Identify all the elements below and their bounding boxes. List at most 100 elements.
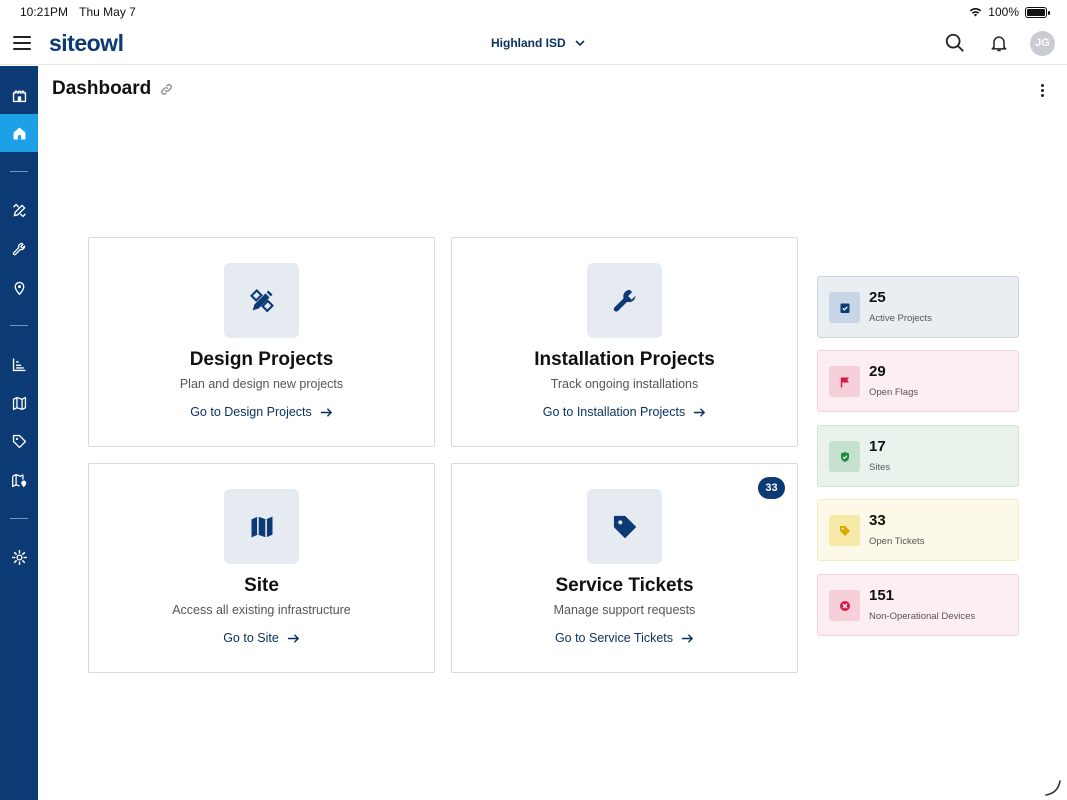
arrow-right-icon	[287, 633, 299, 643]
link-icon[interactable]	[159, 82, 174, 97]
chevron-down-icon	[575, 40, 585, 47]
location-pin-icon	[14, 281, 24, 295]
battery-percent: 100%	[988, 5, 1019, 19]
resize-handle-icon[interactable]	[1044, 778, 1062, 796]
arrow-right-icon	[320, 407, 332, 417]
stat-icon-box	[829, 441, 860, 472]
organization-name: Highland ISD	[491, 36, 566, 50]
site-card[interactable]: Site Access all existing infrastructure …	[88, 463, 435, 673]
site-icon-box	[224, 489, 299, 564]
card-subtitle: Plan and design new projects	[179, 377, 344, 391]
tag-icon	[839, 525, 850, 536]
more-options-icon[interactable]	[1035, 80, 1049, 100]
service-tickets-icon-box	[587, 489, 662, 564]
stat-label: Open Flags	[869, 387, 919, 398]
card-subtitle: Manage support requests	[553, 603, 696, 617]
card-title: Design Projects	[189, 349, 334, 370]
search-icon[interactable]	[942, 30, 968, 56]
map-icon	[12, 396, 26, 410]
installation-projects-icon-box	[587, 263, 662, 338]
organization-selector[interactable]: Highland ISD	[491, 36, 586, 50]
top-header: siteowl Highland ISD JG	[0, 24, 1067, 65]
sidebar-divider	[10, 518, 28, 519]
sidebar	[0, 66, 38, 800]
home-icon	[13, 127, 25, 139]
flag-icon	[840, 377, 849, 387]
menu-icon[interactable]	[13, 36, 31, 50]
card-title: Site	[244, 575, 279, 596]
sidebar-item-site-map[interactable]	[0, 461, 38, 499]
sidebar-item-sites[interactable]	[0, 268, 38, 306]
map-icon	[251, 516, 272, 537]
go-to-design-projects-link[interactable]: Go to Design Projects	[89, 405, 434, 419]
sidebar-item-reports[interactable]	[0, 345, 38, 383]
pencil-ruler-icon	[12, 203, 26, 217]
card-link-label: Go to Installation Projects	[542, 405, 686, 419]
stat-value: 33	[869, 512, 886, 529]
pencil-ruler-icon	[249, 288, 274, 312]
status-date: Thu May 7	[79, 5, 136, 19]
sidebar-item-design-projects[interactable]	[0, 191, 38, 229]
shield-check-icon	[840, 451, 849, 462]
sidebar-divider	[10, 171, 28, 172]
clipboard-check-icon	[840, 303, 849, 313]
stat-value: 17	[869, 438, 886, 455]
x-circle-icon	[839, 600, 850, 611]
stat-label: Sites	[869, 462, 891, 473]
logo[interactable]: siteowl	[49, 30, 124, 57]
stat-open-flags[interactable]: 29 Open Flags	[817, 350, 1019, 412]
card-link-label: Go to Design Projects	[190, 405, 312, 419]
wifi-icon	[970, 8, 982, 17]
stat-open-tickets[interactable]: 33 Open Tickets	[817, 499, 1019, 561]
gear-icon	[11, 549, 27, 565]
sidebar-item-dashboard[interactable]	[0, 114, 38, 152]
tag-icon	[613, 515, 636, 538]
sidebar-item-site-overview[interactable]	[0, 76, 38, 114]
wrench-icon	[613, 289, 635, 312]
page-title-text: Dashboard	[52, 78, 152, 99]
go-to-service-tickets-link[interactable]: Go to Service Tickets	[452, 631, 797, 645]
status-time: 10:21PM	[20, 5, 69, 19]
card-subtitle: Track ongoing installations	[550, 377, 699, 391]
status-bar: 10:21PM Thu May 7 100%	[0, 0, 1067, 24]
sidebar-divider	[10, 325, 28, 326]
service-tickets-badge: 33	[758, 477, 785, 499]
stat-label: Open Tickets	[869, 536, 925, 547]
stat-value: 151	[869, 587, 895, 604]
sidebar-item-map[interactable]	[0, 384, 38, 422]
go-to-installation-projects-link[interactable]: Go to Installation Projects	[452, 405, 797, 419]
stat-active-projects[interactable]: 25 Active Projects	[817, 276, 1019, 338]
card-link-label: Go to Site	[223, 631, 279, 645]
installation-projects-card[interactable]: Installation Projects Track ongoing inst…	[451, 237, 798, 447]
service-tickets-card[interactable]: 33 Service Tickets Manage support reques…	[451, 463, 798, 673]
bell-icon[interactable]	[986, 30, 1012, 56]
page-title: Dashboard	[52, 78, 174, 100]
tag-icon	[12, 434, 26, 448]
stat-icon-box	[829, 366, 860, 397]
design-projects-icon-box	[224, 263, 299, 338]
stat-icon-box	[829, 590, 860, 621]
battery-icon	[1025, 6, 1050, 18]
map-pin-icon	[11, 473, 26, 487]
chart-icon	[12, 358, 25, 371]
stat-sites[interactable]: 17 Sites	[817, 425, 1019, 487]
sidebar-item-settings[interactable]	[0, 538, 38, 576]
go-to-site-link[interactable]: Go to Site	[89, 631, 434, 645]
sidebar-item-tickets[interactable]	[0, 422, 38, 460]
stat-label: Non-Operational Devices	[869, 611, 976, 622]
stat-icon-box	[829, 515, 860, 546]
stat-label: Active Projects	[869, 313, 932, 324]
arrow-right-icon	[681, 633, 694, 643]
card-title: Service Tickets	[555, 575, 694, 596]
wrench-icon	[12, 242, 25, 255]
card-title: Installation Projects	[534, 349, 715, 370]
stat-icon-box	[829, 292, 860, 323]
castle-icon	[12, 90, 26, 102]
arrow-right-icon	[694, 407, 706, 417]
stat-non-operational-devices[interactable]: 151 Non-Operational Devices	[817, 574, 1019, 636]
stat-value: 29	[869, 363, 886, 380]
card-subtitle: Access all existing infrastructure	[172, 603, 351, 617]
sidebar-item-installation-projects[interactable]	[0, 230, 38, 268]
avatar[interactable]: JG	[1030, 30, 1055, 56]
design-projects-card[interactable]: Design Projects Plan and design new proj…	[88, 237, 435, 447]
